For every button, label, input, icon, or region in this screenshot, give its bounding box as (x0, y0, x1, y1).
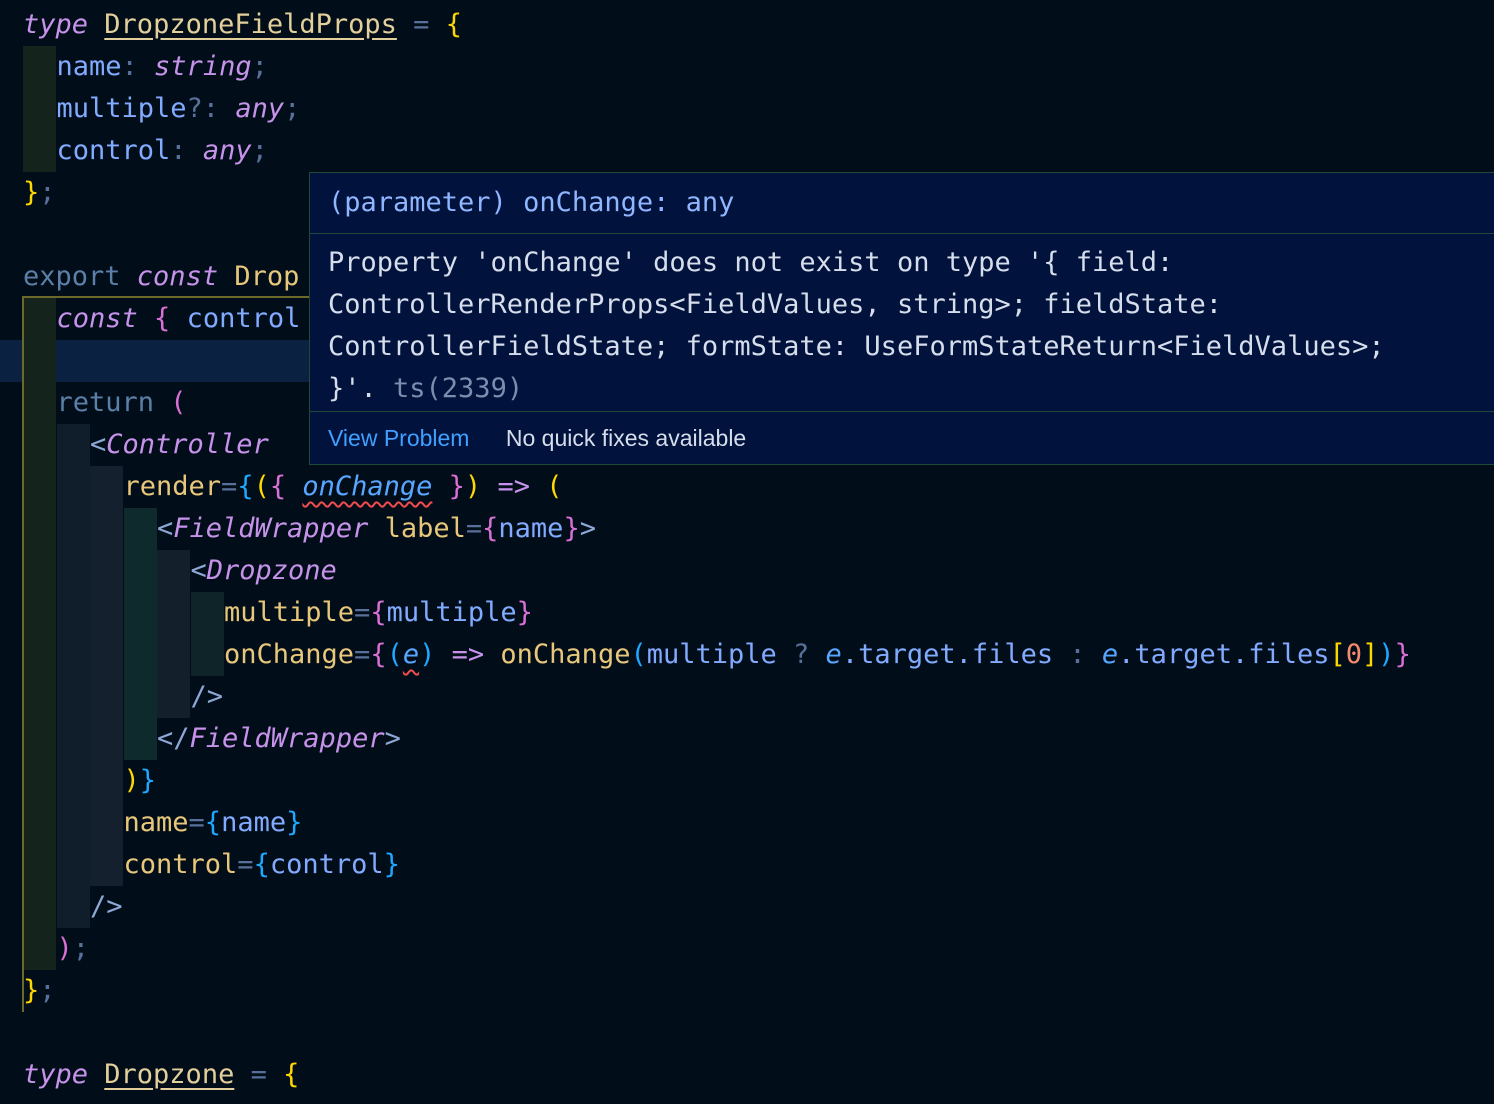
code-token: ( (630, 639, 647, 670)
code-token: { (283, 1059, 300, 1090)
view-problem-link[interactable]: View Problem (328, 425, 469, 451)
code-line[interactable]: type Dropzone = { (0, 1054, 1494, 1096)
code-token: ( (546, 471, 563, 502)
code-token: [ (1329, 639, 1346, 670)
code-token: ( (386, 639, 403, 670)
code-token: = (465, 513, 483, 544)
code-token: = (396, 9, 446, 40)
code-token: } (563, 513, 580, 544)
code-token: ? (793, 639, 826, 670)
code-token: { (370, 597, 387, 628)
code-token: onChange (302, 471, 433, 502)
code-token: ?: (186, 93, 236, 124)
indent-guide (23, 46, 56, 88)
code-token: = (354, 639, 371, 670)
bracket-match-highlight (22, 296, 312, 1012)
code-token: ) (1378, 639, 1395, 670)
code-token: Dropzone (104, 1059, 235, 1090)
code-token: e (402, 639, 420, 670)
code-line[interactable]: multiple?: any; (0, 88, 1494, 130)
code-token: multiple (386, 597, 517, 628)
code-token: { (370, 639, 387, 670)
code-line[interactable]: name: string; (0, 46, 1494, 88)
code-token: control (56, 135, 171, 166)
code-token: type (23, 9, 89, 40)
code-token: ; (251, 135, 268, 166)
code-line[interactable]: type DropzoneFieldProps = { (0, 4, 1494, 46)
code-line[interactable]: control: any; (0, 130, 1494, 172)
code-text: type Dropzone = { (23, 1054, 299, 1096)
code-token: e (1101, 639, 1119, 670)
code-token: .target.files (1118, 639, 1330, 670)
code-token: const (136, 261, 235, 292)
code-token: > (384, 723, 401, 754)
code-token: > (579, 513, 596, 544)
code-token: any (202, 135, 252, 166)
code-token: { (482, 513, 499, 544)
code-token: e (825, 639, 842, 670)
code-token: ; (251, 51, 268, 82)
code-token: = (354, 597, 371, 628)
code-token: export (23, 261, 137, 292)
indent-guide (23, 130, 56, 172)
code-token: : (1069, 639, 1102, 670)
code-text: export const Drop (23, 256, 299, 298)
code-token: string (154, 51, 252, 82)
code-token: name (498, 513, 564, 544)
code-token: 0 (1345, 639, 1363, 670)
code-token: : (121, 51, 155, 82)
code-text: type DropzoneFieldProps = { (23, 4, 462, 46)
code-text: }; (23, 172, 56, 214)
code-token: => (481, 471, 547, 502)
code-token: .target.files (841, 639, 1070, 670)
code-token: multiple (646, 639, 794, 670)
hover-error-message: Property 'onChange' does not exist on ty… (310, 234, 1494, 412)
code-token: } (23, 177, 40, 208)
code-token: : (170, 135, 203, 166)
code-token: ) (464, 471, 482, 502)
hover-widget: (parameter) onChange: any Property 'onCh… (309, 172, 1494, 465)
code-token: } (432, 471, 465, 502)
code-token: label (384, 513, 466, 544)
code-token: ] (1362, 639, 1379, 670)
code-token: } (516, 597, 533, 628)
code-text: multiple?: any; (57, 88, 301, 130)
error-code: ts(2339) (393, 373, 524, 404)
code-token: type (23, 1059, 105, 1090)
code-line[interactable] (0, 1012, 1494, 1054)
indent-guide (23, 88, 56, 130)
code-token: { (445, 9, 462, 40)
code-token: } (383, 849, 400, 880)
code-editor[interactable]: type DropzoneFieldProps = {name: string;… (0, 0, 1494, 1104)
no-quick-fixes-label: No quick fixes available (505, 425, 747, 451)
code-token: ; (39, 177, 56, 208)
code-token: => (435, 639, 501, 670)
code-token: } (1394, 639, 1411, 670)
code-token: ; (284, 93, 301, 124)
code-text: name: string; (57, 46, 268, 88)
code-token: multiple (56, 93, 187, 124)
code-text: onChange={(e) => onChange(multiple ? e.t… (224, 634, 1411, 676)
code-token: Drop (234, 261, 300, 292)
hover-actions: View Problem No quick fixes available (310, 412, 1494, 464)
code-token: any (235, 93, 285, 124)
code-token: ) (419, 639, 436, 670)
code-text: control: any; (57, 130, 268, 172)
code-token: name (56, 51, 122, 82)
code-token: onChange (500, 639, 631, 670)
code-token: = (234, 1059, 284, 1090)
code-token: DropzoneFieldProps (104, 9, 397, 40)
hover-signature: (parameter) onChange: any (310, 173, 1494, 234)
